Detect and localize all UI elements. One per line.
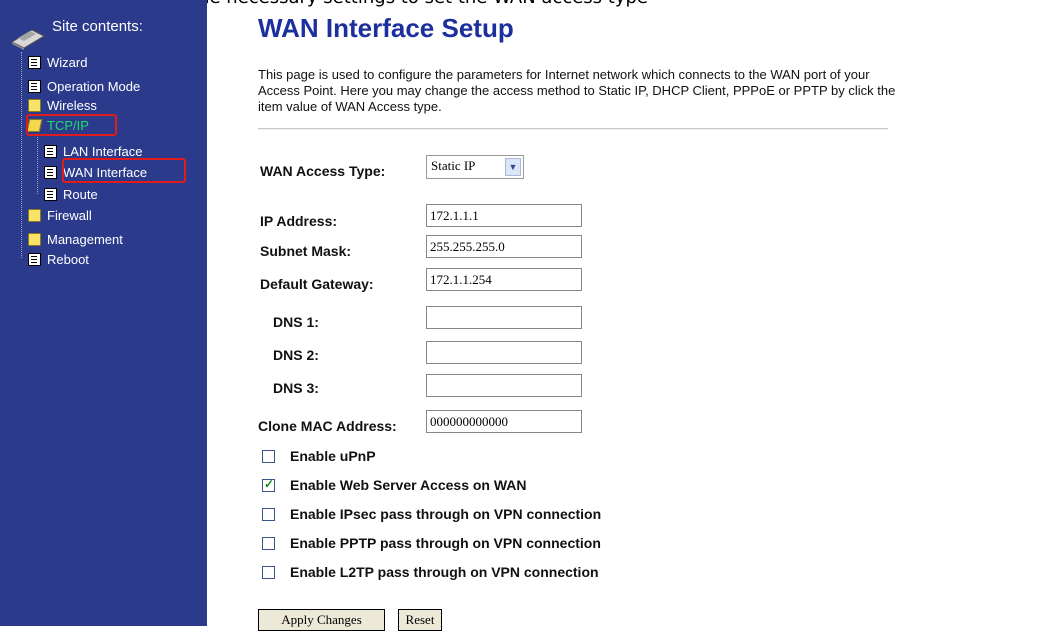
page-icon: [28, 55, 41, 69]
sidebar-item-management[interactable]: Management: [28, 230, 123, 248]
option-enable-l2tp-passthrough[interactable]: Enable L2TP pass through on VPN connecti…: [262, 563, 599, 581]
default-gateway-label: Default Gateway:: [260, 276, 374, 292]
dns3-input[interactable]: [426, 374, 582, 397]
ip-address-input[interactable]: 172.1.1.1: [426, 204, 582, 227]
sidebar-item-firewall[interactable]: Firewall: [28, 206, 92, 224]
wan-interface-highlight-box: [62, 158, 186, 183]
page-icon: [44, 187, 57, 201]
clone-mac-label: Clone MAC Address:: [258, 418, 397, 434]
subnet-mask-input[interactable]: 255.255.255.0: [426, 235, 582, 258]
apply-changes-button[interactable]: Apply Changes: [258, 609, 385, 631]
ip-address-label: IP Address:: [260, 213, 338, 229]
sidebar-item-label: Wireless: [47, 97, 97, 113]
dns1-label: DNS 1:: [273, 314, 319, 330]
checkbox-checked[interactable]: [262, 477, 275, 492]
reset-button[interactable]: Reset: [398, 609, 442, 631]
option-label: Enable PPTP pass through on VPN connecti…: [290, 535, 601, 551]
folder-icon: [28, 98, 41, 112]
checkbox[interactable]: [262, 507, 275, 521]
checkbox[interactable]: [262, 449, 275, 463]
wan-access-type-label: WAN Access Type:: [260, 163, 386, 179]
default-gateway-input[interactable]: 172.1.1.254: [426, 268, 582, 291]
chevron-down-icon[interactable]: ▼: [505, 158, 521, 176]
sidebar-item-label: Operation Mode: [47, 78, 141, 94]
sidebar: Site contents: Wizard Operation Mode Wir…: [0, 0, 207, 626]
option-enable-pptp-passthrough[interactable]: Enable PPTP pass through on VPN connecti…: [262, 534, 601, 552]
option-enable-ipsec-passthrough[interactable]: Enable IPsec pass through on VPN connect…: [262, 505, 601, 523]
page-icon: [28, 79, 41, 93]
option-enable-web-server-access[interactable]: Enable Web Server Access on WAN: [262, 476, 527, 494]
option-label: Enable L2TP pass through on VPN connecti…: [290, 564, 599, 580]
option-enable-upnp[interactable]: Enable uPnP: [262, 447, 376, 465]
sidebar-item-wizard[interactable]: Wizard: [28, 53, 87, 71]
option-label: Enable uPnP: [290, 448, 376, 464]
option-label: Enable Web Server Access on WAN: [290, 477, 527, 493]
sidebar-item-label: Firewall: [47, 207, 92, 223]
folder-icon: [28, 208, 41, 222]
sidebar-item-label: LAN Interface: [63, 143, 143, 159]
wan-access-type-value: Static IP: [431, 158, 476, 173]
sidebar-item-reboot[interactable]: Reboot: [28, 250, 89, 268]
dns2-label: DNS 2:: [273, 347, 319, 363]
page-icon: [28, 252, 41, 266]
dns2-input[interactable]: [426, 341, 582, 364]
wan-access-type-select[interactable]: Static IP ▼: [426, 155, 524, 179]
dns1-input[interactable]: [426, 306, 582, 329]
sidebar-item-label: Reboot: [47, 251, 89, 267]
sidebar-title: Site contents:: [52, 18, 143, 35]
checkbox[interactable]: [262, 565, 275, 579]
subnet-mask-label: Subnet Mask:: [260, 243, 352, 259]
page-title: WAN Interface Setup: [258, 13, 514, 43]
page-icon: [44, 165, 57, 179]
sidebar-item-wireless[interactable]: Wireless: [28, 96, 97, 114]
sidebar-item-operation-mode[interactable]: Operation Mode: [28, 77, 140, 95]
sidebar-item-route[interactable]: Route: [44, 185, 98, 203]
tcpip-highlight-box: [26, 114, 117, 136]
sidebar-item-label: Wizard: [47, 54, 88, 70]
page-icon: [44, 144, 57, 158]
option-label: Enable IPsec pass through on VPN connect…: [290, 506, 602, 522]
page-description: This page is used to configure the param…: [258, 67, 896, 114]
sidebar-item-label: Route: [63, 186, 98, 202]
checkbox[interactable]: [262, 536, 275, 550]
site-tree-icon: [10, 29, 46, 50]
sidebar-item-label: Management: [47, 231, 123, 247]
folder-icon: [28, 232, 41, 246]
divider: [258, 128, 888, 130]
clone-mac-input[interactable]: 000000000000: [426, 410, 582, 433]
dns3-label: DNS 3:: [273, 380, 319, 396]
